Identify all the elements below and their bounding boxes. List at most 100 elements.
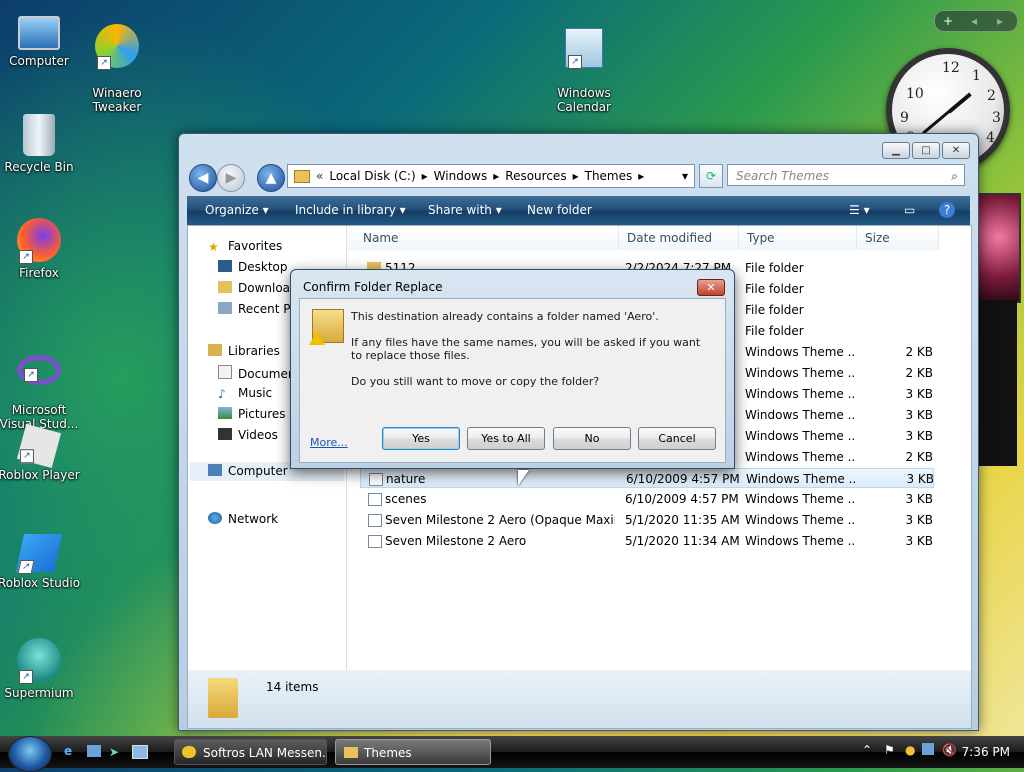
item-name: Seven Milestone 2 Aero (Opaque Maximi...: [385, 513, 615, 527]
start-button[interactable]: [8, 736, 52, 772]
flag-icon[interactable]: ⚑: [884, 743, 895, 757]
item-type: File folder: [745, 324, 804, 338]
desktop-icon-roblox-studio[interactable]: ↗ Roblox Studio: [0, 534, 81, 590]
item-date: 6/10/2009 4:57 PM: [625, 492, 739, 506]
include-in-library-button[interactable]: Include in library ▾: [295, 203, 406, 217]
organize-button[interactable]: Organize ▾: [205, 203, 269, 217]
taskbar-label: Themes: [364, 746, 412, 760]
more-link[interactable]: More...: [310, 436, 348, 449]
item-size: 3 KB: [905, 513, 933, 527]
breadcrumb-separator: ▸: [493, 169, 500, 183]
desktop-icon-computer[interactable]: Computer: [0, 10, 81, 68]
yes-to-all-button[interactable]: Yes to All: [467, 427, 545, 450]
confirm-folder-replace-dialog[interactable]: Confirm Folder Replace ✕ This destinatio…: [290, 269, 735, 469]
no-button[interactable]: No: [553, 427, 631, 450]
include-in-library-label: Include in library: [295, 203, 396, 217]
minimize-button[interactable]: ▁: [882, 142, 910, 159]
column-name[interactable]: Name: [347, 226, 619, 250]
desktop-icon-firefox[interactable]: ↗ Firefox: [0, 218, 81, 280]
search-icon[interactable]: ⌕: [951, 165, 958, 187]
desktop-icon-label: Computer: [9, 54, 69, 68]
gadget-panel: [977, 300, 1017, 466]
yes-button[interactable]: Yes: [382, 427, 460, 450]
nav-network[interactable]: Network: [208, 512, 358, 526]
forward-button[interactable]: ▶: [217, 164, 245, 192]
taskbar-item-themes[interactable]: Themes: [335, 739, 491, 765]
view-options-icon[interactable]: ☰ ▾: [849, 203, 870, 217]
add-gadget-button[interactable]: +: [935, 11, 961, 31]
clock-number: 1: [972, 68, 981, 84]
recent-places-icon: [218, 302, 232, 314]
desktop-icon-supermium[interactable]: ↗ Supermium: [0, 638, 81, 700]
quicklaunch-icon[interactable]: [132, 745, 148, 759]
taskbar-label: Softros LAN Messen...: [203, 746, 327, 760]
breadcrumb-resources[interactable]: Resources: [505, 169, 566, 183]
address-dropdown-icon[interactable]: ▾: [682, 169, 688, 183]
dialog-close-button[interactable]: ✕: [697, 279, 725, 296]
pictures-icon: [218, 407, 232, 419]
nav-label: Libraries: [228, 344, 280, 358]
desktop-icon-windows-calendar[interactable]: ↗ Windows Calendar: [542, 14, 626, 128]
organize-label: Organize: [205, 203, 259, 217]
messenger-tray-icon[interactable]: ●: [905, 743, 915, 757]
address-bar[interactable]: « Local Disk (C:) ▸ Windows ▸ Resources ▸ T…: [287, 164, 695, 188]
close-button[interactable]: ✕: [942, 142, 970, 159]
breadcrumb-windows[interactable]: Windows: [434, 169, 488, 183]
next-gadget-button[interactable]: ▸: [987, 11, 1013, 31]
item-count: 14 items: [266, 680, 319, 694]
new-folder-button[interactable]: New folder: [527, 203, 592, 217]
nav-label: Favorites: [228, 239, 283, 253]
list-item[interactable]: Seven Milestone 2 Aero (Opaque Maximi...…: [353, 510, 933, 530]
previous-gadget-button[interactable]: ◂: [961, 11, 987, 31]
nav-label: Desktop: [238, 260, 288, 274]
desktop-icon-label: Windows Calendar: [557, 86, 611, 114]
list-item[interactable]: scenes 6/10/2009 4:57 PM Windows Theme ...…: [353, 489, 933, 509]
breadcrumb-themes[interactable]: Themes: [585, 169, 633, 183]
breadcrumb-overflow[interactable]: «: [316, 169, 323, 183]
ie-icon[interactable]: e: [64, 744, 72, 758]
volume-muted-icon[interactable]: 🔇: [942, 743, 957, 757]
list-item[interactable]: nature 6/10/2009 4:57 PM Windows Theme ...…: [360, 468, 934, 488]
help-icon[interactable]: ?: [939, 202, 955, 218]
clock-number: 12: [942, 60, 960, 76]
picture-gadget[interactable]: [977, 193, 1021, 303]
item-size: 2 KB: [905, 450, 933, 464]
theme-file-icon: [369, 473, 383, 486]
navigation-row: ◀ ▶ ▲ « Local Disk (C:) ▸ Windows ▸ Resour…: [187, 162, 970, 192]
taskbar-item-softros[interactable]: Softros LAN Messen...: [174, 739, 327, 765]
column-type[interactable]: Type: [739, 226, 857, 250]
column-size[interactable]: Size: [857, 226, 939, 250]
item-type: Windows Theme ...: [745, 429, 855, 443]
computer-small-icon: [208, 464, 222, 476]
search-input[interactable]: Search Themes ⌕: [727, 164, 965, 186]
item-size: 3 KB: [905, 534, 933, 548]
item-size: 3 KB: [905, 492, 933, 506]
nav-favorites[interactable]: ★ Favorites: [208, 239, 358, 253]
show-hidden-icons-icon[interactable]: ⌃: [862, 743, 872, 757]
item-date: 6/10/2009 4:57 PM: [626, 472, 740, 486]
nav-label: Computer: [228, 464, 288, 478]
roblox-player-icon: ↗: [16, 423, 62, 469]
desktop-icon-recycle-bin[interactable]: Recycle Bin: [0, 114, 81, 174]
refresh-button[interactable]: ⟳: [699, 164, 723, 188]
supermium-icon: ↗: [17, 638, 61, 684]
cancel-button[interactable]: Cancel: [638, 427, 716, 450]
preview-pane-icon[interactable]: ▭: [904, 203, 915, 217]
computer-icon: [18, 16, 60, 50]
network-tray-icon[interactable]: [922, 743, 934, 755]
up-button[interactable]: ▲: [257, 164, 285, 192]
column-date-modified[interactable]: Date modified: [619, 226, 739, 250]
back-button[interactable]: ◀: [189, 164, 217, 192]
taskbar-clock[interactable]: 7:36 PM: [962, 745, 1010, 759]
theme-file-icon: [368, 535, 382, 548]
switch-windows-icon[interactable]: ➤: [109, 745, 119, 759]
nav-label: Videos: [238, 428, 278, 442]
breadcrumb-local-disk[interactable]: Local Disk (C:): [329, 169, 415, 183]
share-with-button[interactable]: Share with ▾: [428, 203, 502, 217]
show-desktop-icon[interactable]: [87, 745, 101, 757]
maximize-button[interactable]: □: [912, 142, 940, 159]
gadget-bar[interactable]: + ◂ ▸: [934, 10, 1018, 32]
desktop-icon-roblox-player[interactable]: ↗ Roblox Player: [0, 423, 81, 482]
desktop-icon-winaero-tweaker[interactable]: ↗ Winaero Tweaker: [75, 10, 159, 128]
list-item[interactable]: Seven Milestone 2 Aero 5/1/2020 11:34 AM W…: [353, 531, 933, 551]
